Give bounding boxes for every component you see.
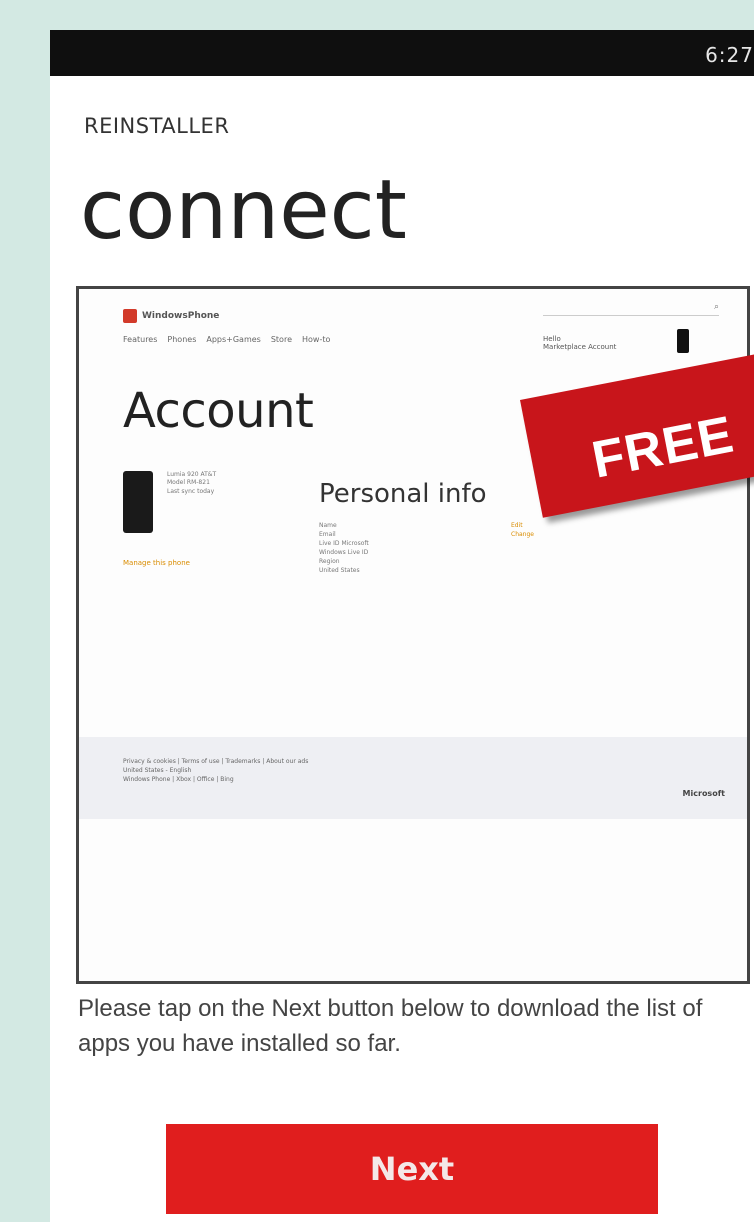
search-icon: ⌕ xyxy=(713,302,719,312)
user-line: Marketplace Account xyxy=(543,343,617,352)
info-value: Edit xyxy=(511,522,523,529)
device-line: Model RM-821 xyxy=(167,479,210,487)
info-value: Change xyxy=(511,531,534,538)
next-button[interactable]: Next xyxy=(166,1124,658,1214)
site-nav: Features Phones Apps+Games Store How-to xyxy=(123,335,330,344)
account-heading: Account xyxy=(123,383,314,439)
site-footer: Privacy & cookies | Terms of use | Trade… xyxy=(79,737,747,819)
site-logo: WindowsPhone xyxy=(123,309,219,323)
info-label: Name xyxy=(319,522,337,529)
site-nav-item: Phones xyxy=(167,335,197,344)
free-banner-text: FREE xyxy=(587,405,739,490)
site-user-info: Hello Marketplace Account xyxy=(543,335,616,352)
phone-device-icon xyxy=(677,329,689,353)
site-search-bar: ⌕ xyxy=(543,302,719,316)
status-bar: 6:27 xyxy=(50,30,754,76)
personal-info-labels: Name Email Live ID Microsoft Windows Liv… xyxy=(319,521,369,575)
microsoft-footer-logo: Microsoft xyxy=(682,789,725,798)
app-title: REINSTALLER xyxy=(84,114,230,138)
page-title: connect xyxy=(80,163,407,258)
personal-info-values: Edit Change xyxy=(511,521,534,539)
footer-line: Windows Phone | Xbox | Office | Bing xyxy=(123,776,234,783)
manage-phone-link: Manage this phone xyxy=(123,559,190,567)
info-label: Live ID Microsoft xyxy=(319,540,369,547)
footer-links: Privacy & cookies | Terms of use | Trade… xyxy=(123,757,308,784)
site-nav-item: Features xyxy=(123,335,158,344)
site-nav-item: Apps+Games xyxy=(206,335,261,344)
device-details: Lumia 920 AT&T Model RM-821 Last sync to… xyxy=(167,471,216,496)
phone-screen: 6:27 REINSTALLER connect WindowsPhone Fe… xyxy=(50,30,754,1222)
site-nav-item: How-to xyxy=(302,335,331,344)
footer-line: United States - English xyxy=(123,767,192,774)
windows-phone-logo-icon xyxy=(123,309,137,323)
site-logo-text: WindowsPhone xyxy=(142,311,220,321)
info-label: United States xyxy=(319,567,360,574)
site-nav-item: Store xyxy=(270,335,292,344)
device-line: Lumia 920 AT&T xyxy=(167,471,217,478)
device-line: Last sync today xyxy=(167,487,215,495)
status-time: 6:27 xyxy=(705,43,754,67)
device-thumbnail xyxy=(123,471,153,533)
info-label: Windows Live ID xyxy=(319,549,369,556)
user-line: Hello xyxy=(543,335,561,343)
personal-info-heading: Personal info xyxy=(319,479,487,509)
footer-line: Privacy & cookies | Terms of use | Trade… xyxy=(123,758,309,765)
info-label: Email xyxy=(319,531,336,538)
info-label: Region xyxy=(319,558,340,565)
instructions-text: Please tap on the Next button below to d… xyxy=(78,995,703,1057)
